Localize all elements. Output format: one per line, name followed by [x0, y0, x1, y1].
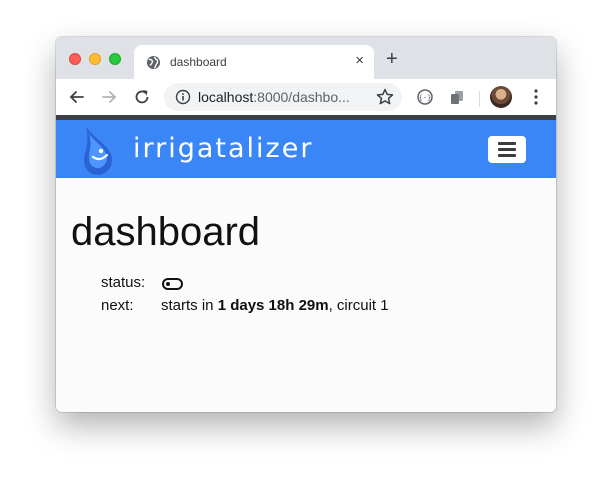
- hamburger-icon: [498, 142, 516, 145]
- status-label: status:: [101, 274, 146, 291]
- app-header: irrigatalizer: [56, 120, 556, 178]
- next-prefix: starts in: [161, 297, 218, 314]
- back-arrow-icon[interactable]: [67, 87, 87, 107]
- tab-close-button[interactable]: ×: [355, 52, 364, 70]
- hamburger-icon-line: [498, 154, 516, 157]
- info-icon[interactable]: [175, 89, 191, 105]
- browser-toolbar: localhost:8000/dashbo... {·}: [56, 79, 556, 115]
- next-label: next:: [101, 297, 134, 314]
- next-duration: 1 days 18h 29m: [217, 297, 329, 314]
- reload-icon[interactable]: [132, 87, 152, 107]
- maximize-window-button[interactable]: [109, 53, 121, 65]
- url-text: localhost:8000/dashbo...: [198, 89, 350, 105]
- tab-title: dashboard: [170, 55, 227, 69]
- tab-dashboard[interactable]: dashboard ×: [134, 45, 374, 79]
- brand-title[interactable]: irrigatalizer: [133, 133, 313, 164]
- extension-icon[interactable]: {·}: [415, 87, 435, 107]
- hamburger-icon-line: [498, 148, 516, 151]
- url-path: :8000/dashbo...: [253, 89, 350, 105]
- close-window-button[interactable]: [69, 53, 81, 65]
- next-value: starts in 1 days 18h 29m, circuit 1: [161, 297, 389, 314]
- profile-avatar[interactable]: [490, 86, 512, 108]
- toggle-knob: [166, 282, 170, 286]
- copy-pages-icon[interactable]: [447, 87, 467, 107]
- url-host: localhost: [198, 89, 254, 105]
- more-vertical-icon[interactable]: [526, 87, 546, 107]
- minimize-window-button[interactable]: [89, 53, 101, 65]
- browser-window: dashboard × + localhost:8000/dashbo... {…: [56, 37, 556, 412]
- next-suffix: , circuit 1: [328, 297, 389, 314]
- bookmark-star-icon[interactable]: [375, 87, 395, 107]
- forward-arrow-icon[interactable]: [99, 87, 119, 107]
- main-content: dashboard status: next: starts in 1 days…: [56, 178, 556, 412]
- status-toggle[interactable]: [162, 278, 183, 290]
- globe-icon: [146, 55, 161, 70]
- toolbar-divider: [479, 91, 480, 107]
- water-drop-icon[interactable]: [80, 124, 120, 176]
- tab-strip: dashboard × +: [56, 37, 556, 79]
- new-tab-button[interactable]: +: [386, 49, 398, 69]
- page-title: dashboard: [71, 210, 261, 254]
- address-bar[interactable]: localhost:8000/dashbo...: [164, 83, 402, 111]
- svg-text:{·}: {·}: [419, 94, 432, 102]
- menu-toggle-button[interactable]: [488, 136, 526, 163]
